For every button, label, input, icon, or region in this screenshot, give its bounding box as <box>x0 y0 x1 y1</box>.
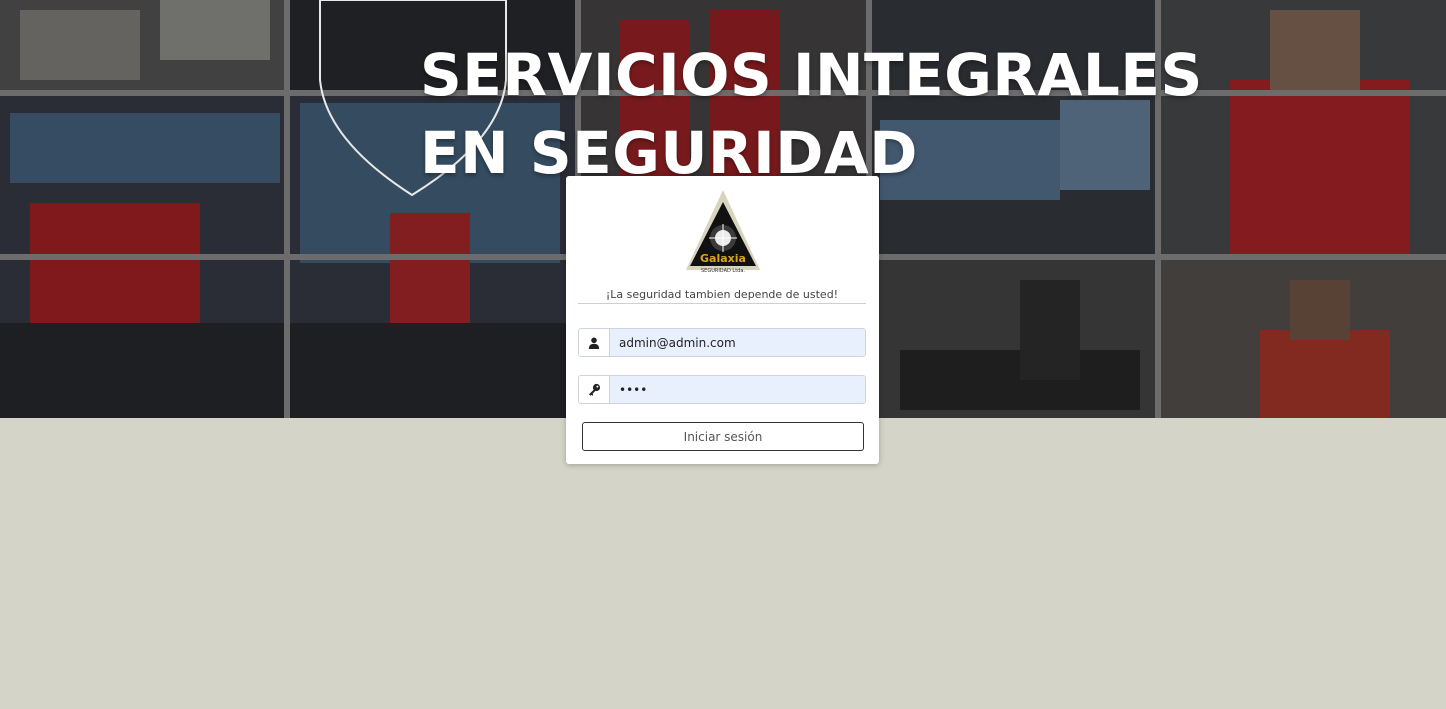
user-icon <box>579 329 610 356</box>
tagline: ¡La seguridad tambien depende de usted! <box>605 288 839 301</box>
tagline-divider <box>578 303 866 304</box>
logo-sub-text: SEGURIDAD Ltda. <box>701 268 745 274</box>
login-page: SERVICIOS INTEGRALES EN SEGURIDAD Galaxi… <box>0 0 1446 709</box>
hero-title: SERVICIOS INTEGRALES EN SEGURIDAD <box>420 36 1203 192</box>
password-field-group <box>578 375 866 404</box>
collage-divider <box>284 0 290 418</box>
key-icon <box>579 376 610 403</box>
galaxia-logo: Galaxia SEGURIDAD Ltda. <box>686 190 760 274</box>
logo-brand-text: Galaxia <box>700 252 746 265</box>
email-input[interactable] <box>610 329 865 356</box>
email-field-group <box>578 328 866 357</box>
password-input[interactable] <box>610 376 865 403</box>
login-card: Galaxia SEGURIDAD Ltda. ¡La seguridad ta… <box>566 176 879 464</box>
login-button[interactable]: Iniciar sesión <box>582 422 864 451</box>
hero-title-line-1: SERVICIOS INTEGRALES <box>420 41 1203 109</box>
